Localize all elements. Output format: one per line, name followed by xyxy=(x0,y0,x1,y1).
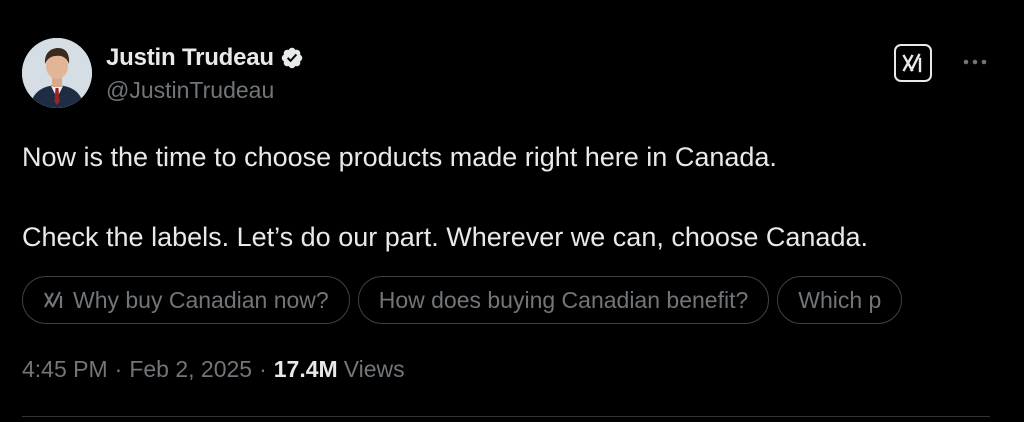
avatar[interactable] xyxy=(22,38,92,108)
grok-suggestion-label: Which p xyxy=(798,286,882,313)
author-display-name[interactable]: Justin Trudeau xyxy=(106,44,274,72)
tweet-time[interactable]: 4:45 PM xyxy=(22,356,108,383)
grok-suggestion-label: Why buy Canadian now? xyxy=(73,286,329,313)
grok-icon xyxy=(43,290,65,310)
more-options-icon xyxy=(963,59,987,65)
verified-badge-icon[interactable] xyxy=(280,46,304,70)
meta-separator: · xyxy=(114,356,123,382)
grok-suggestions: Why buy Canadian now? How does buying Ca… xyxy=(22,276,990,326)
grok-suggestion-chip[interactable]: Why buy Canadian now? xyxy=(22,276,350,324)
author-handle[interactable]: @JustinTrudeau xyxy=(106,77,304,104)
tweet-text: Now is the time to choose products made … xyxy=(22,138,1002,256)
grok-icon xyxy=(902,53,922,73)
tweet-header: Justin Trudeau @JustinTrudeau xyxy=(22,38,304,108)
meta-separator: · xyxy=(259,356,267,382)
profile-photo-icon xyxy=(22,38,92,108)
tweet-meta: 4:45 PM · Feb 2, 2025 · 17.4M Views xyxy=(22,356,405,383)
tweet-card: Justin Trudeau @JustinTrudeau Now is the… xyxy=(0,0,1024,422)
grok-suggestion-chip[interactable]: How does buying Canadian benefit? xyxy=(357,276,770,324)
name-row: Justin Trudeau xyxy=(106,43,304,73)
grok-suggestion-label: How does buying Canadian benefit? xyxy=(378,286,749,313)
tweet-date[interactable]: Feb 2, 2025 xyxy=(129,356,252,383)
grok-suggestion-chip[interactable]: Which p xyxy=(777,276,903,324)
grok-button[interactable] xyxy=(894,44,932,82)
views-count: 17.4M xyxy=(273,356,338,382)
views-label: Views xyxy=(343,356,405,382)
chips-fade-overlay xyxy=(950,276,990,326)
author-info: Justin Trudeau @JustinTrudeau xyxy=(106,38,304,108)
tweet-text-line-1: Now is the time to choose products made … xyxy=(22,142,777,172)
tweet-text-line-2: Check the labels. Let’s do our part. Whe… xyxy=(22,222,868,252)
more-options-button[interactable] xyxy=(958,48,992,76)
divider xyxy=(22,416,990,417)
